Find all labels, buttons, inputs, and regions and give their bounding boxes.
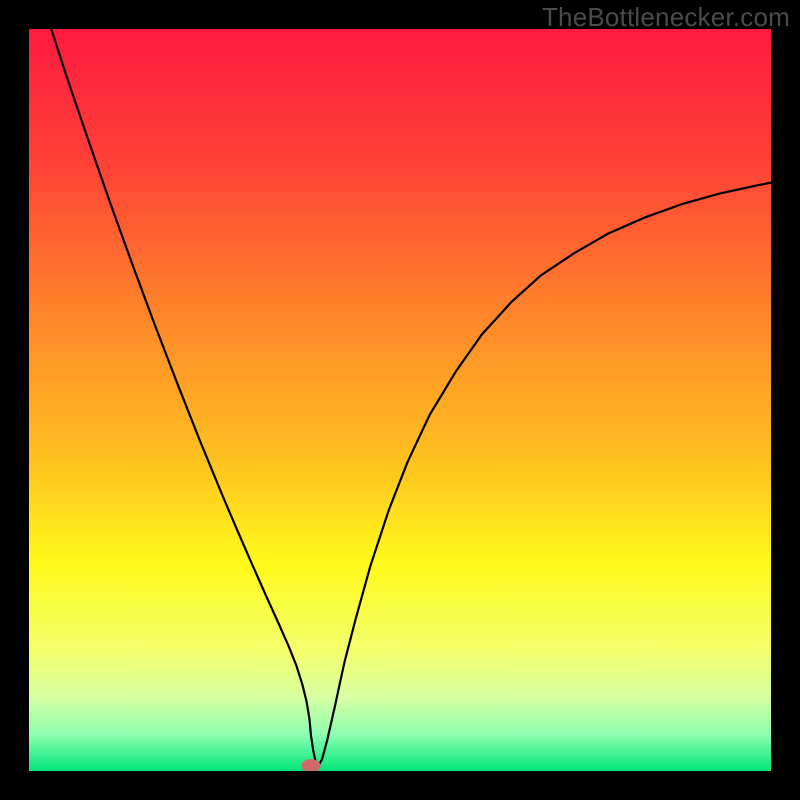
plot-frame [29,29,771,771]
gradient-background [29,29,771,771]
watermark-text: TheBottlenecker.com [542,2,790,33]
bottleneck-chart [29,29,771,771]
chart-container: TheBottlenecker.com [0,0,800,800]
